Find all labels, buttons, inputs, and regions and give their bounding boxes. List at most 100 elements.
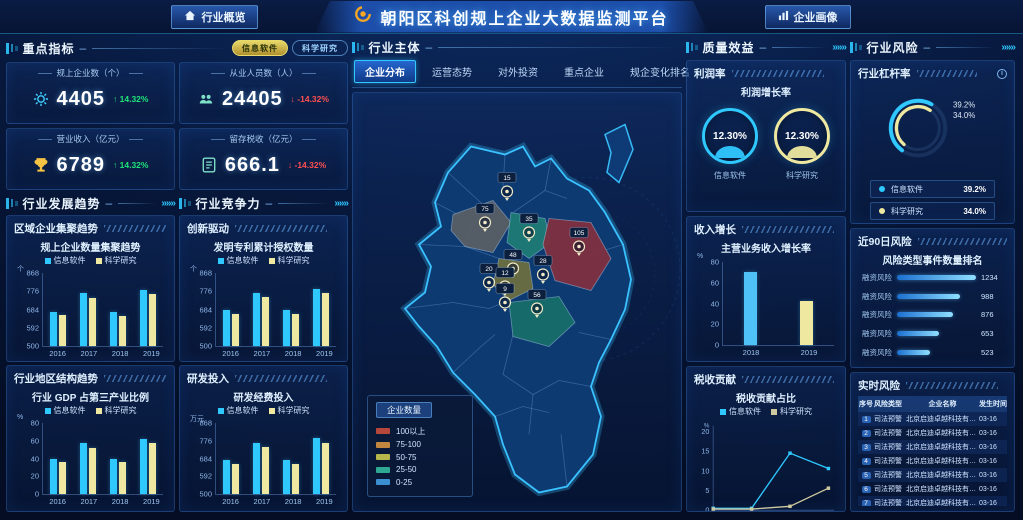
stat-card: 营业收入（亿元） 6789 ↑ 14.32% — [6, 128, 175, 190]
svg-text:12: 12 — [501, 270, 509, 277]
legend-item: 科学研究 — [269, 405, 310, 416]
svg-text:56: 56 — [533, 292, 541, 299]
stat-label: 营业收入（亿元） — [56, 133, 124, 145]
tab-对外投资[interactable]: 对外投资 — [488, 61, 548, 82]
industry-main-title: 行业主体 — [369, 39, 421, 56]
svg-text:28: 28 — [539, 258, 547, 265]
stat-card: 规上企业数（个） 4405 ↑ 14.32% — [6, 62, 175, 124]
quality-title-row: 质量效益 – »»» — [686, 38, 846, 56]
table-row[interactable]: 2 司法预警北京启迪卓越科技有限公司03-16 — [858, 426, 1007, 440]
card-income-growth: 收入增长 主营业务收入增长率%02040608020182019 — [686, 216, 846, 362]
bar — [140, 290, 147, 346]
industry-trend-title-row: 行业发展趋势 – »»» — [6, 194, 175, 212]
tab-运营态势[interactable]: 运营态势 — [422, 61, 482, 82]
leverage-legend-item: 信息软件39.2% — [870, 180, 995, 198]
invoice-icon — [201, 157, 217, 173]
hatch-decoration — [235, 375, 327, 382]
subcard-title: 行业杠杆率 — [858, 66, 911, 81]
column-quality: 质量效益 – »»» 利润率 利润增长率 12.30%信息软件12.30%科学研… — [686, 38, 846, 512]
bar — [232, 464, 239, 494]
legend-item: 信息软件 — [218, 255, 259, 266]
subcard-title: 行业地区结构趋势 — [14, 371, 98, 386]
legend-item: 科学研究 — [771, 406, 812, 417]
competitiveness-title: 行业竞争力 — [196, 195, 261, 212]
header-title-band: 朝阳区科创规上企业大数据监测平台 — [314, 1, 708, 33]
top-header: 行业概览 朝阳区科创规上企业大数据监测平台 企业画像 — [0, 0, 1023, 34]
svg-text:48: 48 — [509, 252, 517, 259]
hatch-decoration — [235, 225, 327, 232]
title-bars-icon — [352, 42, 364, 53]
svg-text:34.0%: 34.0% — [953, 111, 975, 120]
hatch-decoration — [917, 70, 977, 77]
hbar-row: 融资风险 988 — [858, 291, 1007, 302]
nav-industry-overview[interactable]: 行业概览 — [171, 5, 258, 29]
leverage-legend: 信息软件39.2%科学研究34.0% — [870, 180, 995, 220]
title-bars-icon — [850, 42, 862, 53]
tab-重点企业[interactable]: 重点企业 — [554, 61, 614, 82]
bar — [223, 460, 230, 494]
hbar-row: 融资风险 1234 — [858, 272, 1007, 283]
toggle-信息软件[interactable]: 信息软件 — [232, 40, 288, 56]
table-row[interactable]: 4 司法预警北京启迪卓越科技有限公司03-16 — [858, 454, 1007, 468]
svg-text:5: 5 — [705, 486, 709, 495]
chart-title: 风险类型事件数量排名 — [858, 252, 1007, 267]
card-leverage: 行业杠杆率 i 39.2% 34.0% 信息软件39.2%科学研究34.0% — [850, 60, 1015, 224]
bar — [800, 301, 813, 345]
nav-enterprise-profile[interactable]: 企业画像 — [765, 5, 851, 29]
industry-main-title-row: 行业主体 – — [352, 38, 682, 56]
table-row[interactable]: 7 司法预警北京启迪卓越科技有限公司03-16 — [858, 496, 1007, 506]
svg-text:35: 35 — [525, 216, 533, 223]
bar — [110, 459, 117, 495]
table-row[interactable]: 6 司法预警北京启迪卓越科技有限公司03-16 — [858, 482, 1007, 496]
bar — [149, 443, 156, 494]
table-header: 序号风险类型企业名称发生时间 — [858, 396, 1007, 412]
map-legend-item: 0-25 — [376, 478, 464, 487]
key-indicators-title: 重点指标 — [23, 40, 75, 57]
bar — [744, 272, 757, 345]
profit-gauge: 12.30%信息软件 — [702, 108, 758, 181]
bar — [89, 298, 96, 346]
leverage-gauge-svg: 39.2% 34.0% — [858, 81, 1007, 171]
toggle-科学研究[interactable]: 科学研究 — [292, 40, 348, 56]
bar — [140, 439, 147, 494]
legend-item: 信息软件 — [45, 255, 86, 266]
chart-gdp-share: 行业 GDP 占第三产业比例信息软件科学研究%02040608020162017… — [14, 386, 167, 506]
legend-item: 科学研究 — [96, 255, 137, 266]
chart-title: 规上企业数量集聚趋势 — [14, 239, 167, 254]
profit-gauge: 12.30%科学研究 — [774, 108, 830, 181]
column-map: 行业主体 – 企业分布运营态势对外投资重点企业规企变化排名 — [352, 38, 682, 512]
stat-card: 留存税收（亿元） 666.1 ↓ -14.32% — [179, 128, 348, 190]
district-map: 15 75 35 105 48 28 20 12 9 — [352, 92, 682, 512]
table-row[interactable]: 1 司法预警北京启迪卓越科技有限公司03-16 — [858, 412, 1007, 426]
risk-title-row: 行业风险 – »»» — [850, 38, 1015, 56]
title-bars-icon — [6, 198, 18, 209]
more-icon[interactable]: »»» — [832, 42, 846, 53]
more-icon[interactable]: »»» — [334, 198, 348, 209]
industry-main-tabs: 企业分布运营态势对外投资重点企业规企变化排名 — [352, 60, 682, 88]
hbar-row: 融资风险 876 — [858, 309, 1007, 320]
svg-text:15: 15 — [503, 175, 511, 182]
legend-item: 科学研究 — [269, 255, 310, 266]
table-row[interactable]: 5 司法预警北京启迪卓越科技有限公司03-16 — [858, 468, 1007, 482]
info-icon[interactable]: i — [997, 69, 1007, 79]
profit-gauges: 12.30%信息软件 12.30%科学研究 — [694, 108, 838, 181]
hatch-decoration — [906, 382, 998, 389]
hbar-row: 融资风险 523 — [858, 347, 1007, 358]
chart-income-growth: 主营业务收入增长率%02040608020182019 — [694, 237, 838, 357]
more-icon[interactable]: »»» — [161, 198, 175, 209]
chart-title: 税收贡献占比 — [694, 390, 838, 405]
bar — [253, 443, 260, 494]
legend-item: 信息软件 — [218, 405, 259, 416]
bar — [292, 464, 299, 494]
title-bars-icon — [686, 42, 698, 53]
nav-enterprise-profile-label: 企业画像 — [794, 9, 838, 25]
more-icon[interactable]: »»» — [1001, 42, 1015, 53]
tab-企业分布[interactable]: 企业分布 — [354, 60, 416, 83]
realtime-risk-table: 序号风险类型企业名称发生时间 1 司法预警北京启迪卓越科技有限公司03-16 2… — [858, 396, 1007, 506]
logo-icon — [354, 5, 372, 28]
stat-label: 规上企业数（个） — [56, 67, 124, 79]
subcard-title: 创新驱动 — [187, 221, 229, 236]
table-row[interactable]: 3 司法预警北京启迪卓越科技有限公司03-16 — [858, 440, 1007, 454]
page-title: 朝阳区科创规上企业大数据监测平台 — [380, 5, 668, 29]
card-recent-risk: 近90日风险 风险类型事件数量排名融资风险 1234融资风险 988融资风险 8… — [850, 228, 1015, 368]
